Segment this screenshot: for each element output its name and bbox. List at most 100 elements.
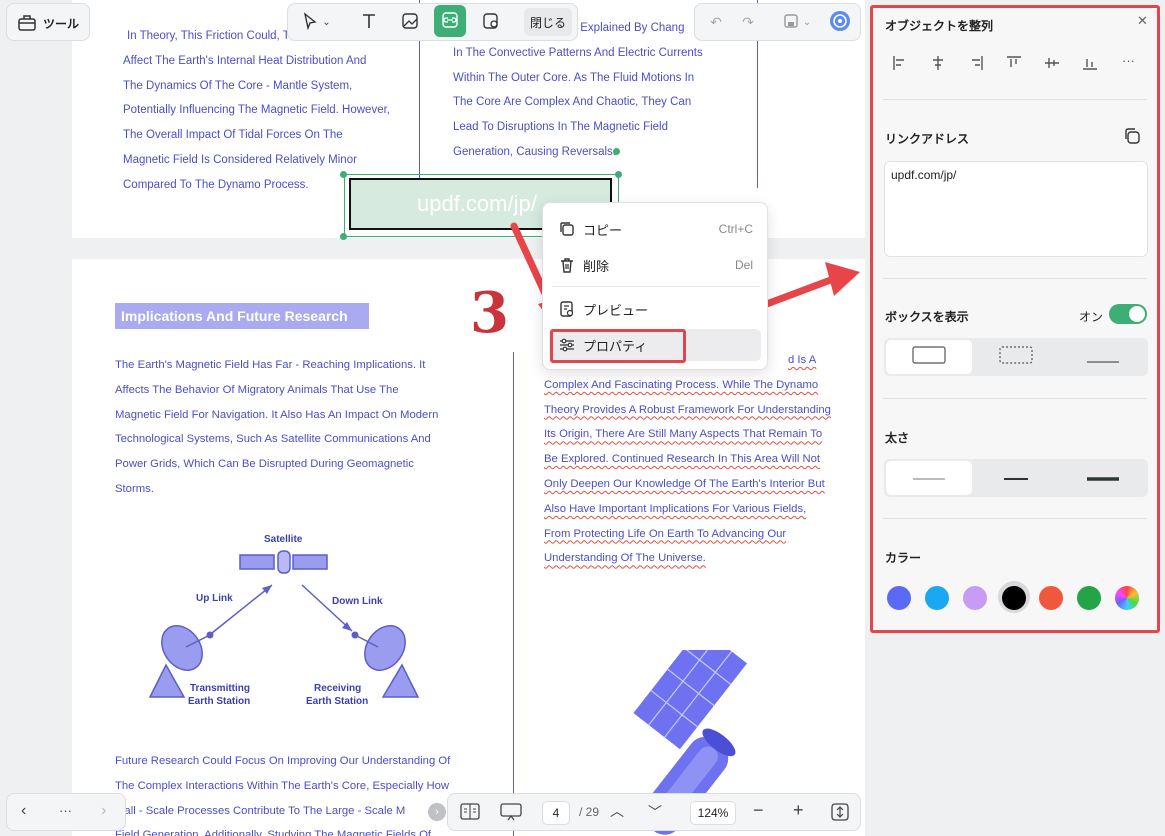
align-middle-v-icon[interactable] [1044,55,1060,76]
text-line: Power Grids, Which Can Be Disrupted Duri… [115,458,414,471]
zoom-level-field[interactable]: 124% [690,801,736,825]
page2-left-column: The Earth's Magnetic Field Has Far - Rea… [115,353,438,502]
tx-label: Transmitting [190,683,250,694]
box-style-solid[interactable] [886,340,972,374]
zoom-in-button[interactable]: + [793,800,804,821]
tools-button[interactable]: ツール [6,3,90,41]
thickness-thick[interactable] [1060,461,1146,495]
presentation-icon[interactable] [500,803,522,826]
page-number-input[interactable]: 4 [542,801,570,825]
text-line: Within The Outer Core. As The Fluid Moti… [453,71,695,84]
show-box-label: ボックスを表示 [885,310,969,324]
fit-page-icon[interactable] [831,803,849,826]
text-line: mall - Scale Processes Contribute To The… [115,804,406,817]
thickness-thin[interactable] [886,461,972,495]
show-box-toggle[interactable] [1109,304,1147,324]
rx-label: Earth Station [306,696,368,707]
align-top-icon[interactable] [1006,55,1022,76]
prev-page-button[interactable]: ︿ [610,801,624,821]
text-line: Magnetic Field For Navigation. It Also H… [115,408,439,421]
back-button[interactable]: ‹ [21,802,26,820]
resize-handle[interactable] [615,171,622,178]
text-line: Storms. [115,482,154,495]
text-line: Understanding Of The Universe. [544,552,706,565]
box-style-selector [884,338,1148,376]
text-line: Complex And Fascinating Process. While T… [544,378,819,391]
two-page-view-icon[interactable] [460,803,480,826]
menu-item-properties[interactable]: プロパティ [551,329,761,361]
satellite-icon [239,550,328,574]
medium-line-icon [1003,469,1029,487]
color-picker-rainbow[interactable] [1115,586,1139,610]
menu-item-preview[interactable]: プレビュー [551,293,761,325]
color-swatch-black[interactable] [1002,586,1026,610]
close-panel-button[interactable]: ✕ [1137,13,1148,29]
color-swatch-lavender[interactable] [963,586,987,610]
chevron-up-icon: ︿ [610,803,624,819]
page-total: / 29 [579,805,600,819]
align-center-h-icon[interactable] [930,55,946,76]
text-line: In The Convective Patterns And Electric … [453,46,703,59]
thickness-medium[interactable] [973,461,1059,495]
close-icon: ✕ [1137,13,1148,28]
color-swatch-green[interactable] [1077,586,1101,610]
toggle-state-label: オン [1079,310,1104,324]
edit-toolbar: ⌄ 閉じる [287,3,578,41]
menu-item-label: コピー [583,222,623,238]
copy-link-icon[interactable] [1123,127,1141,150]
color-swatch-blue[interactable] [887,586,911,610]
document-canvas[interactable]: In Theory, This Friction Could, T Affect… [0,0,866,836]
ocr-tool-button[interactable] [476,8,506,36]
properties-panel: オブジェクトを整列 ✕ ··· リンクアドレス updf.com/jp/ ボック… [870,5,1160,633]
color-label: カラー [885,551,922,565]
page-controls: 4 / 29 ︿ ﹀ 124% − + [447,793,861,831]
link-address-field[interactable]: updf.com/jp/ [884,161,1148,257]
redo-button[interactable]: ↷ [735,9,761,35]
text-tool-button[interactable] [354,8,384,36]
text-line: Also Have Important Implications For Var… [544,502,807,515]
more-icon[interactable]: ··· [59,803,72,818]
text-line: From Protecting Life On Earth To Advanci… [544,527,787,540]
tools-label: ツール [43,17,80,31]
resize-handle[interactable] [340,171,347,178]
close-edit-button[interactable]: 閉じる [524,8,572,36]
ai-assistant-button[interactable] [827,9,853,35]
menu-item-label: プレビュー [583,302,649,318]
link-tool-button[interactable] [434,5,466,37]
forward-button[interactable]: › [101,802,106,820]
text-line: Affects The Behavior Of Migratory Animal… [115,383,399,396]
toggle-knob [1129,306,1145,322]
align-right-icon[interactable] [968,55,984,76]
text-line: Magnetic Field Is Considered Relatively … [123,153,357,166]
align-left-icon[interactable] [892,55,908,76]
resize-handle[interactable] [340,233,347,240]
menu-shortcut: Del [734,258,753,272]
trash-icon [551,256,583,274]
thickness-selector [884,459,1148,497]
zoom-out-button[interactable]: − [753,800,764,821]
undo-button[interactable]: ↶ [703,9,729,35]
resize-handle[interactable] [613,148,620,155]
align-bottom-icon[interactable] [1082,55,1098,76]
section-heading: Implications And Future Research [115,303,369,329]
color-swatch-cyan[interactable] [925,586,949,610]
collapse-toggle-button[interactable]: › [428,803,446,821]
menu-shortcut: Ctrl+C [718,222,753,236]
save-button[interactable]: ⌄ [777,9,817,35]
color-swatch-orange[interactable] [1039,586,1063,610]
more-icon[interactable]: ··· [1122,53,1135,68]
nav-pill: ‹ ··· › [6,793,126,831]
divider [883,518,1147,519]
preview-icon [551,300,583,318]
box-style-underline[interactable] [1060,340,1146,374]
box-style-dashed[interactable] [973,340,1059,374]
image-tool-button[interactable] [395,8,425,36]
menu-item-delete[interactable]: 削除 Del [551,249,761,281]
thickness-label: 太さ [885,431,910,445]
pointer-tool-button[interactable]: ⌄ [296,8,336,36]
next-page-button[interactable]: ﹀ [648,802,662,822]
menu-item-copy[interactable]: コピー Ctrl+C [551,213,761,245]
tx-label: Earth Station [188,696,250,707]
history-toolbar: ↶ ↷ ⌄ [694,3,861,41]
satellite-link-diagram: Satellite Up Link Down Link Transmitting… [148,534,420,707]
